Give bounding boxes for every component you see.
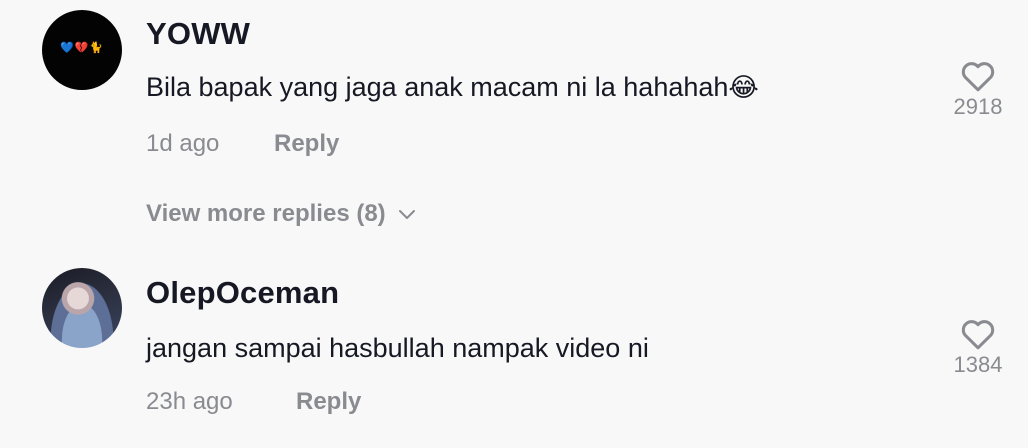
chevron-down-icon (398, 209, 415, 219)
comment-username[interactable]: YOWW (146, 16, 250, 52)
like-count: 2918 (953, 94, 1003, 119)
view-more-replies-button[interactable]: View more replies (8) (146, 200, 416, 228)
comment-timestamp: 23h ago (146, 388, 233, 415)
comment-text-body: Bila bapak yang jaga anak macam ni la ha… (146, 72, 729, 102)
heart-outline-icon (961, 320, 995, 350)
laughing-emoji-icon: 😂 (728, 73, 759, 103)
like-button[interactable]: 2918 (946, 60, 1010, 120)
like-button[interactable]: 1384 (946, 318, 1010, 378)
reply-button[interactable]: Reply (274, 130, 339, 158)
heart-emoji-icon: 💙💔🐈 (60, 41, 105, 54)
reply-button[interactable]: Reply (296, 388, 361, 416)
like-count: 1384 (953, 352, 1003, 377)
view-more-replies-label: View more replies (8) (146, 200, 386, 227)
comment-text: Bila bapak yang jaga anak macam ni la ha… (146, 72, 759, 103)
avatar[interactable]: 💙💔🐈 (42, 10, 122, 90)
avatar[interactable] (42, 268, 122, 348)
comment-username[interactable]: OlepOceman (146, 275, 339, 311)
comment-text: jangan sampai hasbullah nampak video ni (146, 333, 649, 363)
comment-timestamp: 1d ago (146, 130, 220, 157)
heart-outline-icon (961, 62, 995, 92)
